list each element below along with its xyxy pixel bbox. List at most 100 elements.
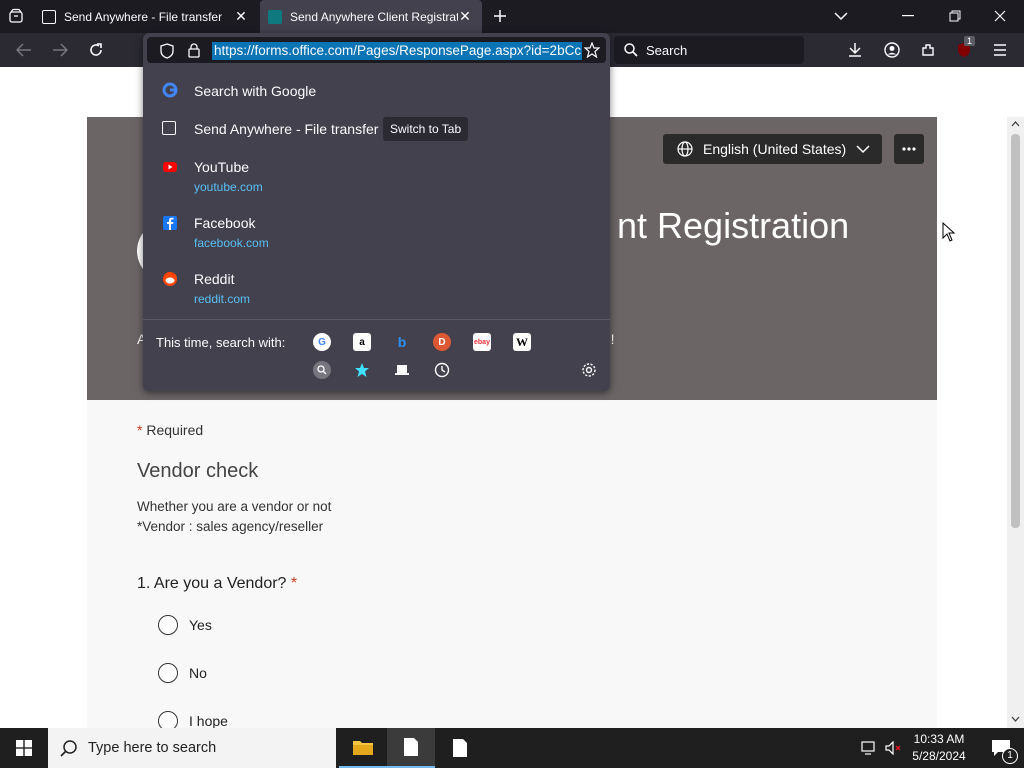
facebook-icon [163, 216, 177, 230]
result-title: Send Anywhere - File transfer [194, 121, 379, 137]
section-description: *Vendor : sales agency/reseller [137, 519, 324, 534]
search-settings-gear-icon[interactable] [580, 361, 598, 379]
start-button[interactable] [0, 728, 48, 768]
clock-date: 5/28/2024 [912, 749, 966, 763]
tab-title: Send Anywhere - File transfer [64, 9, 223, 24]
ellipsis-icon [902, 147, 916, 151]
required-label: Required [146, 422, 204, 438]
send-anywhere-favicon-icon [42, 9, 56, 24]
system-clock[interactable]: 10:33 AM 5/28/2024 [906, 731, 972, 765]
search-engine-icon[interactable] [313, 361, 331, 379]
forms-favicon-icon [268, 9, 282, 24]
windows-logo-icon [16, 740, 32, 756]
list-all-tabs-icon[interactable] [829, 5, 853, 27]
option-label: I hope [189, 713, 228, 728]
option-label: Yes [189, 617, 212, 633]
reddit-icon [163, 272, 177, 286]
history-clock-icon[interactable] [433, 361, 451, 379]
globe-icon [677, 141, 693, 157]
url-input[interactable]: https://forms.office.com/Pages/ResponseP… [212, 42, 582, 60]
scroll-up-icon[interactable] [1011, 121, 1020, 127]
search-bar[interactable]: Search [614, 36, 804, 64]
url-bar-dropdown: https://forms.office.com/Pages/ResponseP… [143, 33, 610, 391]
bookmarks-star-icon[interactable] [353, 361, 371, 379]
bing-engine-icon[interactable]: b [393, 333, 411, 351]
downloads-icon[interactable] [843, 39, 867, 61]
radio-button[interactable] [158, 615, 178, 635]
scroll-thumb[interactable] [1011, 134, 1020, 528]
form-title-text: nt Registration [617, 205, 850, 246]
tab-strip: Send Anywhere - File transfer ✕ Send Any… [0, 0, 1024, 33]
close-tab-icon[interactable]: ✕ [234, 9, 248, 23]
switch-to-tab-button[interactable]: Switch to Tab [383, 117, 469, 141]
youtube-icon [163, 162, 177, 172]
question-text: 1. Are you a Vendor? [137, 575, 287, 592]
radio-option-no[interactable]: No [158, 662, 207, 684]
radio-option-yes[interactable]: Yes [158, 614, 212, 636]
taskbar-search-box[interactable]: Type here to search [48, 728, 336, 768]
send-anywhere-icon [162, 121, 176, 135]
notepad-icon[interactable] [387, 728, 435, 768]
result-title: Facebook [194, 215, 256, 231]
document-icon[interactable] [436, 728, 484, 768]
section-title: Vendor check [137, 460, 259, 482]
result-title: Reddit [194, 271, 235, 287]
result-facebook[interactable]: Facebook facebook.com [143, 213, 610, 253]
radio-button[interactable] [158, 711, 178, 728]
restore-button[interactable] [943, 5, 967, 27]
result-search-google[interactable]: Search with Google [143, 80, 610, 102]
result-youtube[interactable]: YouTube youtube.com [143, 157, 610, 197]
google-icon [162, 82, 178, 98]
extensions-icon[interactable] [916, 39, 940, 61]
tab-title: Send Anywhere Client Registration [290, 9, 458, 24]
wikipedia-engine-icon[interactable]: W [513, 333, 531, 351]
language-dropdown[interactable]: English (United States) [663, 134, 882, 164]
ebay-engine-icon[interactable]: ebay [473, 333, 491, 351]
tab-list-icon[interactable] [4, 5, 28, 27]
tracking-shield-icon[interactable] [160, 43, 174, 59]
new-tab-button[interactable] [488, 5, 512, 27]
url-field[interactable]: https://forms.office.com/Pages/ResponseP… [147, 37, 606, 63]
result-reddit[interactable]: Reddit reddit.com [143, 269, 610, 309]
duckduckgo-engine-icon[interactable]: D [433, 333, 451, 351]
result-title: Search with Google [194, 83, 317, 99]
network-icon[interactable] [858, 728, 882, 768]
radio-option-i-hope[interactable]: I hope [158, 710, 228, 728]
lock-icon[interactable] [188, 43, 200, 58]
reload-icon[interactable] [84, 39, 108, 61]
more-options-button[interactable] [894, 134, 924, 164]
required-star: * [137, 422, 143, 438]
amazon-engine-icon[interactable]: a [353, 333, 371, 351]
page-scrollbar[interactable] [1007, 117, 1024, 728]
search-icon [60, 740, 77, 757]
volume-muted-icon[interactable] [883, 728, 905, 768]
tab-send-anywhere[interactable]: Send Anywhere - File transfer ✕ [34, 0, 258, 33]
windows-taskbar: Type here to search 10:33 AM 5/28/2024 1 [0, 728, 1024, 768]
file-explorer-icon[interactable] [339, 728, 387, 768]
required-note: * Required [137, 422, 203, 438]
close-window-button[interactable] [988, 5, 1012, 27]
result-url: facebook.com [194, 236, 269, 250]
result-send-anywhere[interactable]: Send Anywhere - File transfer Switch to … [143, 117, 610, 141]
result-title: YouTube [194, 159, 250, 175]
scroll-down-icon[interactable] [1011, 716, 1020, 722]
taskbar-search-placeholder: Type here to search [88, 740, 217, 756]
bookmark-star-icon[interactable] [584, 42, 600, 58]
google-engine-icon[interactable]: G [313, 333, 331, 351]
tabs-icon[interactable] [393, 361, 411, 379]
radio-button[interactable] [158, 663, 178, 683]
chevron-down-icon [856, 145, 870, 154]
section-description: Whether you are a vendor or not [137, 499, 332, 514]
minimize-button[interactable] [896, 5, 920, 27]
menu-hamburger-icon[interactable] [988, 39, 1012, 61]
ublock-icon[interactable]: 1 [952, 36, 976, 61]
close-tab-icon[interactable]: ✕ [458, 9, 472, 23]
tab-client-registration[interactable]: Send Anywhere Client Registration ✕ [260, 0, 482, 33]
option-label: No [189, 665, 207, 681]
forward-arrow-icon[interactable] [48, 39, 72, 61]
notifications-icon[interactable]: 1 [978, 728, 1024, 768]
form-body: * Required Vendor check Whether you are … [87, 400, 937, 728]
account-icon[interactable] [880, 39, 904, 61]
result-url: reddit.com [194, 292, 251, 306]
back-arrow-icon[interactable] [12, 39, 36, 61]
